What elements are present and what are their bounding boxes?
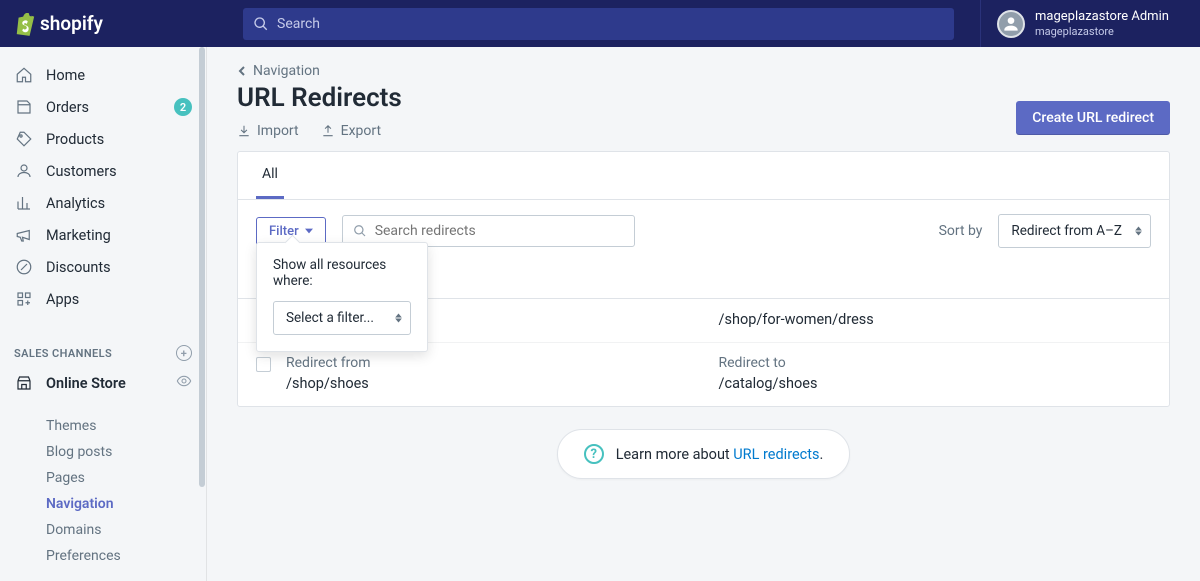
col-from-header: Redirect from xyxy=(286,355,719,371)
breadcrumb-label: Navigation xyxy=(253,63,320,79)
search-placeholder: Search xyxy=(277,16,320,32)
apps-icon xyxy=(14,289,34,309)
learn-link[interactable]: URL redirects xyxy=(733,446,819,463)
sort-chevrons-icon xyxy=(1135,227,1142,236)
learn-prefix: Learn more about xyxy=(616,446,734,463)
popover-title: Show all resources where: xyxy=(273,257,411,289)
redirect-to-value: /catalog/shoes xyxy=(719,375,1152,392)
user-menu[interactable]: mageplazastore Admin mageplazastore xyxy=(980,0,1200,47)
table-row[interactable]: Redirect from /shop/shoes Redirect to /c… xyxy=(238,343,1169,406)
sortby-label: Sort by xyxy=(939,223,983,239)
orders-icon xyxy=(14,97,34,117)
sidebar-item-analytics[interactable]: Analytics xyxy=(0,187,206,219)
col-to-header: Redirect to xyxy=(719,355,1152,371)
logo[interactable]: shopify xyxy=(0,12,215,36)
analytics-icon xyxy=(14,193,34,213)
search-icon xyxy=(253,16,269,32)
page-title: URL Redirects xyxy=(237,83,402,113)
sidebar-item-home[interactable]: Home xyxy=(0,59,206,91)
subnav-preferences[interactable]: Preferences xyxy=(0,543,206,569)
create-redirect-button[interactable]: Create URL redirect xyxy=(1016,101,1170,135)
export-icon xyxy=(321,124,335,138)
sidebar-item-online-store[interactable]: Online Store xyxy=(0,367,206,399)
sidebar-item-products[interactable]: Products xyxy=(0,123,206,155)
tab-all[interactable]: All xyxy=(256,152,284,199)
filter-popover: Show all resources where: Select a filte… xyxy=(256,242,428,352)
search-redirects-input[interactable] xyxy=(375,223,624,239)
store-name: mageplazastore xyxy=(1035,25,1169,39)
sidebar: Home Orders 2 Products Customers Analyti… xyxy=(0,47,207,581)
avatar xyxy=(997,10,1025,38)
chevron-left-icon xyxy=(237,66,247,76)
import-icon xyxy=(237,124,251,138)
sales-channels-heading: SALES CHANNELS xyxy=(14,347,112,360)
megaphone-icon xyxy=(14,225,34,245)
orders-badge: 2 xyxy=(174,98,192,116)
subnav-blog-posts[interactable]: Blog posts xyxy=(0,439,206,465)
sort-select[interactable]: Redirect from A–Z xyxy=(998,214,1151,248)
user-name: mageplazastore Admin xyxy=(1035,9,1169,25)
help-icon: ? xyxy=(584,444,604,464)
discount-icon xyxy=(14,257,34,277)
view-store-icon[interactable] xyxy=(176,373,192,393)
home-icon xyxy=(14,65,34,85)
import-button[interactable]: Import xyxy=(237,123,299,139)
subnav-navigation[interactable]: Navigation xyxy=(0,491,206,517)
add-channel-button[interactable]: + xyxy=(176,345,192,361)
sidebar-item-customers[interactable]: Customers xyxy=(0,155,206,187)
redirect-from-value: /shop/shoes xyxy=(286,375,719,392)
subnav-pages[interactable]: Pages xyxy=(0,465,206,491)
export-button[interactable]: Export xyxy=(321,123,381,139)
sidebar-item-marketing[interactable]: Marketing xyxy=(0,219,206,251)
search-icon xyxy=(353,224,367,238)
row-checkbox[interactable] xyxy=(256,357,271,372)
store-icon xyxy=(14,373,34,393)
tag-icon xyxy=(14,129,34,149)
brand-text: shopify xyxy=(40,12,103,35)
global-search[interactable]: Search xyxy=(243,8,954,40)
sidebar-item-apps[interactable]: Apps xyxy=(0,283,206,315)
redirect-to-value: /shop/for-women/dress xyxy=(719,311,1152,328)
user-icon xyxy=(14,161,34,181)
filter-select[interactable]: Select a filter... xyxy=(273,301,411,335)
breadcrumb[interactable]: Navigation xyxy=(207,47,1200,83)
redirects-card: All Filter Sort by Redirect from A–Z xyxy=(237,151,1170,407)
sidebar-item-orders[interactable]: Orders 2 xyxy=(0,91,206,123)
sidebar-item-pos[interactable]: Point of Sale xyxy=(0,575,206,581)
select-chevrons-icon xyxy=(395,314,402,323)
learn-suffix: . xyxy=(819,446,823,463)
sidebar-item-discounts[interactable]: Discounts xyxy=(0,251,206,283)
caret-down-icon xyxy=(305,227,313,235)
shopify-bag-icon xyxy=(14,12,36,36)
subnav-themes[interactable]: Themes xyxy=(0,413,206,439)
learn-more: ? Learn more about URL redirects. xyxy=(557,429,851,479)
subnav-domains[interactable]: Domains xyxy=(0,517,206,543)
